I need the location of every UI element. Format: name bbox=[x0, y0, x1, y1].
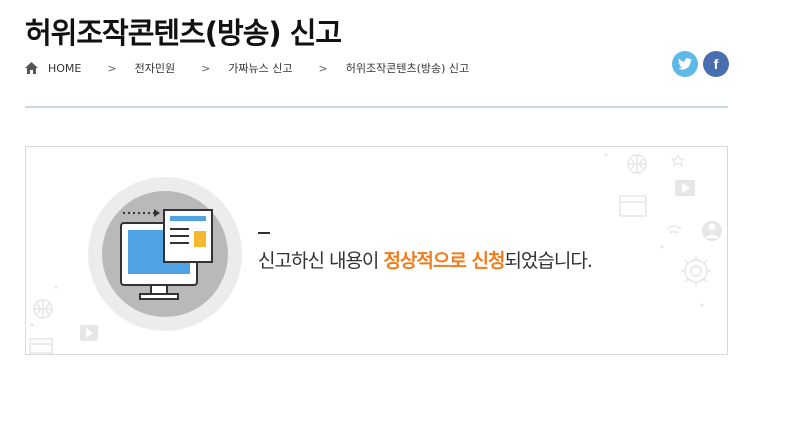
breadcrumb: HOME > 전자민원 > 가짜뉴스 신고 > 허위조작콘텐츠(방송) 신고 bbox=[25, 60, 469, 76]
social-share: f bbox=[672, 51, 729, 77]
twitter-icon bbox=[678, 58, 692, 70]
breadcrumb-separator-icon: > bbox=[107, 61, 117, 75]
message-highlight: 정상적으로 신청 bbox=[383, 250, 505, 272]
message-suffix: 되었습니다. bbox=[504, 250, 592, 272]
breadcrumb-home[interactable]: HOME bbox=[48, 62, 81, 75]
report-complete-illustration bbox=[88, 177, 242, 331]
report-result-message: 신고하신 내용이 정상적으로 신청되었습니다. bbox=[258, 246, 593, 273]
breadcrumb-civil-complaint[interactable]: 전자민원 bbox=[135, 60, 175, 76]
facebook-icon: f bbox=[713, 56, 719, 72]
title-divider bbox=[25, 106, 728, 108]
home-icon bbox=[25, 62, 38, 74]
message-dash bbox=[258, 232, 270, 234]
facebook-share-button[interactable]: f bbox=[703, 51, 729, 77]
breadcrumb-separator-icon: > bbox=[318, 61, 328, 75]
breadcrumb-separator-icon: > bbox=[201, 61, 211, 75]
breadcrumb-current: 허위조작콘텐츠(방송) 신고 bbox=[345, 62, 470, 75]
report-result-panel: 신고하신 내용이 정상적으로 신청되었습니다. bbox=[25, 146, 728, 355]
message-prefix: 신고하신 내용이 bbox=[258, 250, 384, 272]
twitter-share-button[interactable] bbox=[672, 51, 698, 77]
page-title: 허위조작콘텐츠(방송) 신고 bbox=[25, 16, 342, 50]
breadcrumb-fake-news-report[interactable]: 가짜뉴스 신고 bbox=[228, 60, 292, 76]
